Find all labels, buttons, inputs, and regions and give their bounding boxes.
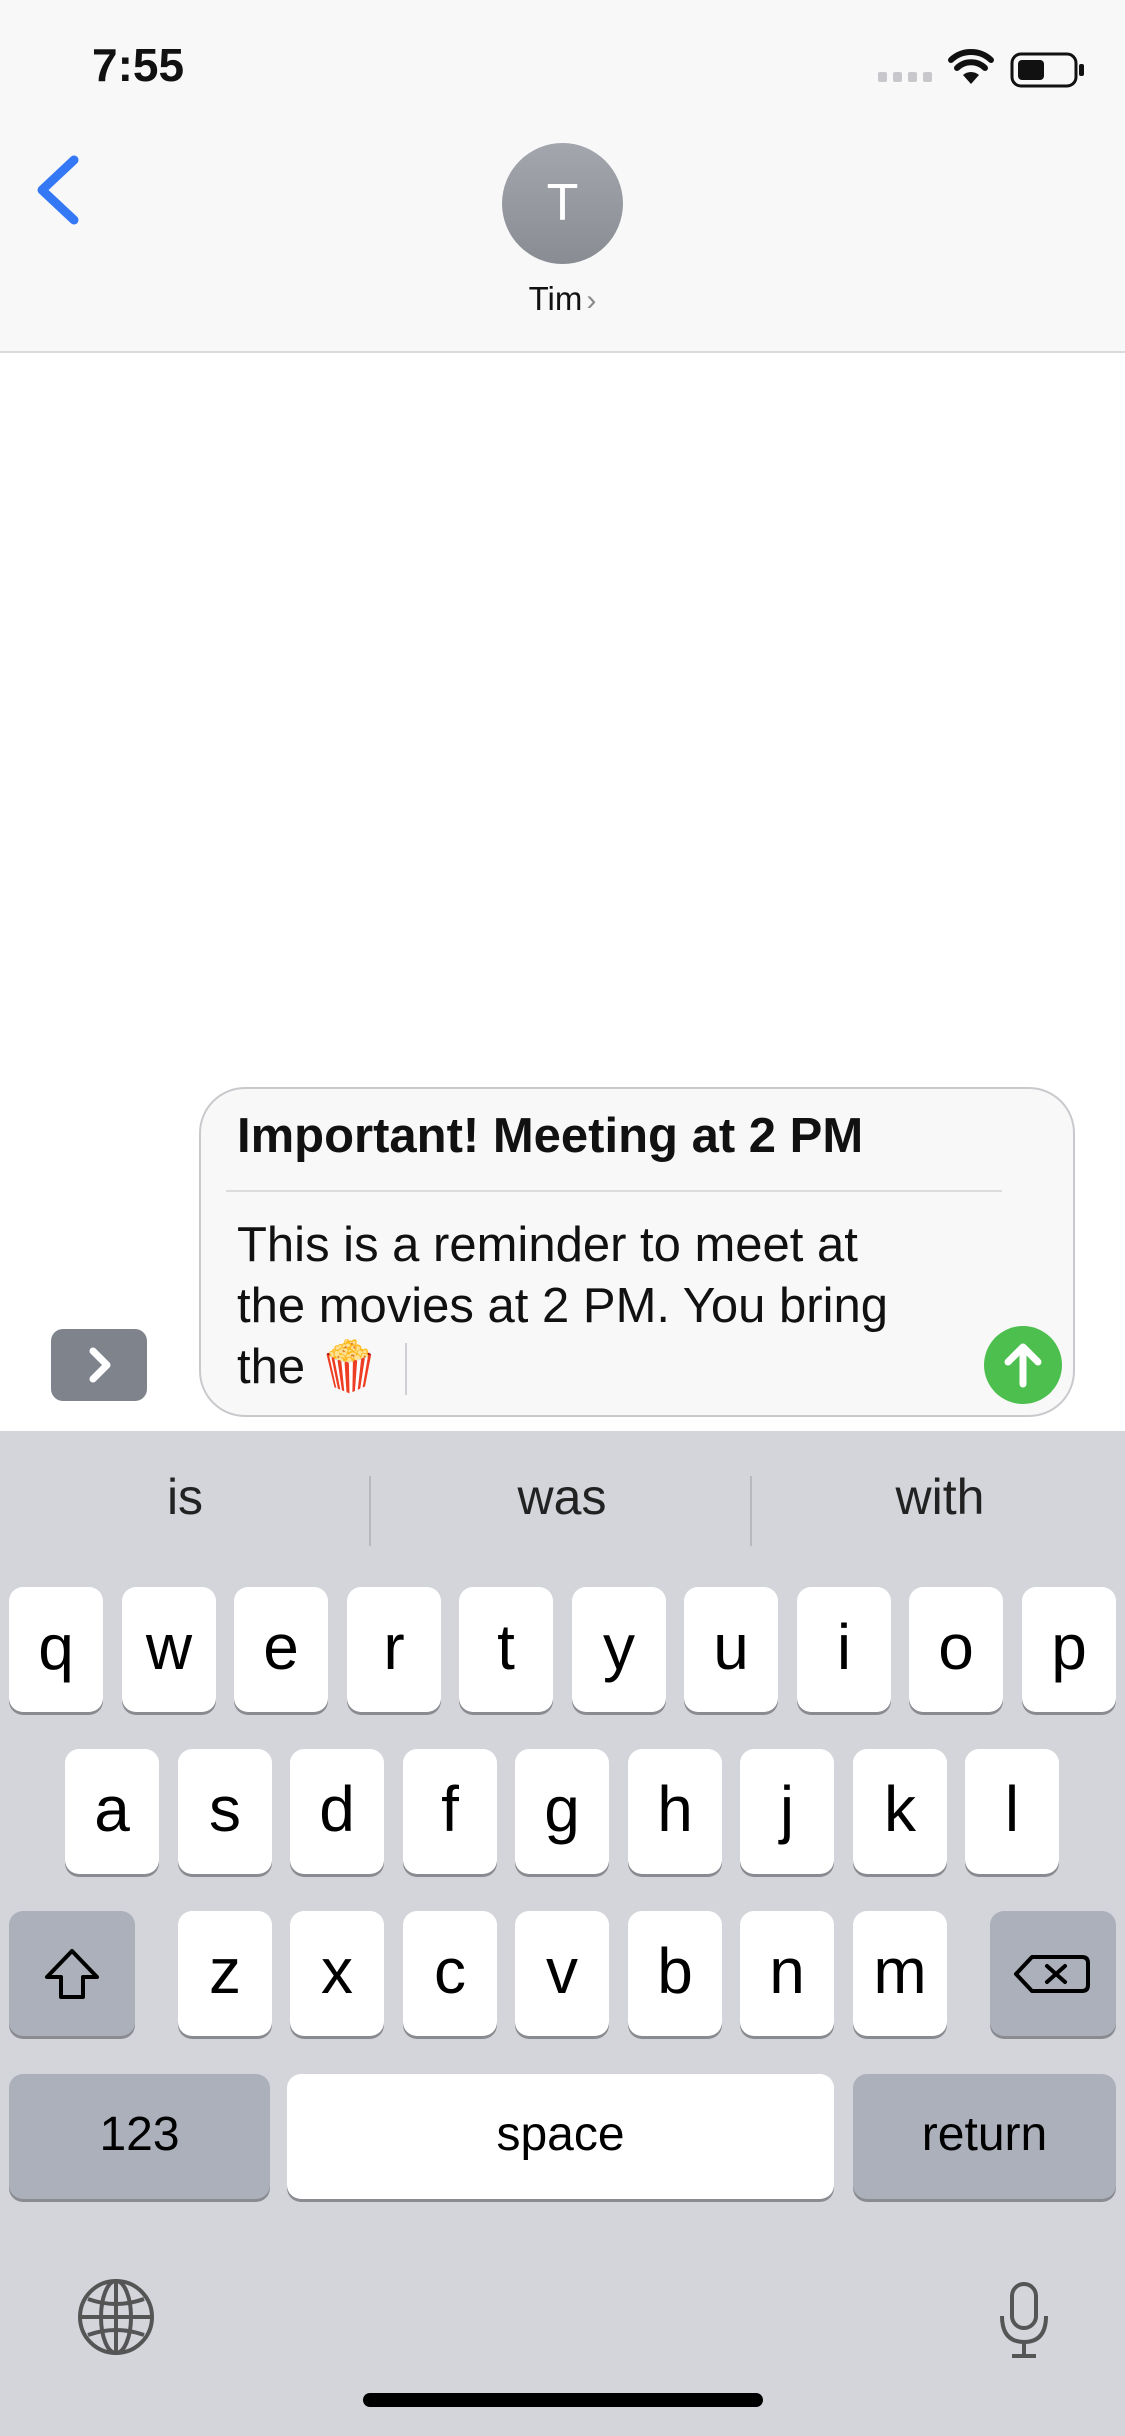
key-a[interactable]: a (65, 1749, 159, 1874)
expand-apps-button[interactable] (51, 1329, 147, 1401)
key-f[interactable]: f (403, 1749, 497, 1874)
key-l[interactable]: l (965, 1749, 1059, 1874)
arrow-up-icon (1004, 1343, 1042, 1388)
key-q[interactable]: q (9, 1587, 103, 1712)
key-d[interactable]: d (290, 1749, 384, 1874)
suggestion-was[interactable]: was (377, 1468, 747, 1526)
numbers-key[interactable]: 123 (9, 2074, 270, 2199)
key-w[interactable]: w (122, 1587, 216, 1712)
key-p[interactable]: p (1022, 1587, 1116, 1712)
key-r[interactable]: r (347, 1587, 441, 1712)
key-y[interactable]: y (572, 1587, 666, 1712)
suggestion-divider (750, 1476, 752, 1546)
suggestion-is[interactable]: is (0, 1468, 370, 1526)
chevron-right-icon (89, 1347, 111, 1383)
key-z[interactable]: z (178, 1911, 272, 2036)
suggestion-with[interactable]: with (755, 1468, 1125, 1526)
subject-field[interactable]: Important! Meeting at 2 PM (237, 1108, 863, 1164)
key-i[interactable]: i (797, 1587, 891, 1712)
key-v[interactable]: v (515, 1911, 609, 2036)
key-g[interactable]: g (515, 1749, 609, 1874)
key-n[interactable]: n (740, 1911, 834, 2036)
backspace-icon (1014, 1955, 1090, 1993)
key-c[interactable]: c (403, 1911, 497, 2036)
status-time: 7:55 (92, 39, 185, 91)
key-x[interactable]: x (290, 1911, 384, 2036)
chevron-right-icon: › (586, 284, 597, 317)
microphone-icon[interactable] (994, 2280, 1054, 2360)
key-t[interactable]: t (459, 1587, 553, 1712)
delete-key[interactable] (990, 1911, 1116, 2036)
send-button[interactable] (984, 1326, 1062, 1404)
wifi-icon (948, 49, 994, 84)
key-k[interactable]: k (853, 1749, 947, 1874)
key-e[interactable]: e (234, 1587, 328, 1712)
space-key[interactable]: space (287, 2074, 834, 2199)
subject-divider (226, 1190, 1002, 1192)
body-line: This is a reminder to meet at (237, 1218, 858, 1272)
return-key[interactable]: return (853, 2074, 1116, 2199)
contact-name: Tim (528, 280, 583, 317)
key-m[interactable]: m (853, 1911, 947, 2036)
suggestion-divider (369, 1476, 371, 1546)
key-o[interactable]: o (909, 1587, 1003, 1712)
body-line: the 🍿 (237, 1340, 380, 1394)
body-line: the movies at 2 PM. You bring (237, 1279, 888, 1333)
shift-key[interactable] (9, 1911, 135, 2036)
globe-icon[interactable] (76, 2277, 156, 2357)
battery-icon (1010, 52, 1084, 88)
shift-icon (45, 1949, 99, 1999)
key-h[interactable]: h (628, 1749, 722, 1874)
message-body-field[interactable]: This is a reminder to meet at the movies… (237, 1215, 967, 1398)
contact-avatar[interactable]: T (502, 143, 623, 264)
key-s[interactable]: s (178, 1749, 272, 1874)
text-cursor (405, 1343, 407, 1395)
cellular-signal-icon (878, 72, 932, 82)
back-button[interactable] (28, 150, 88, 230)
key-b[interactable]: b (628, 1911, 722, 2036)
contact-name-button[interactable]: Tim › (500, 280, 625, 318)
key-u[interactable]: u (684, 1587, 778, 1712)
home-indicator (363, 2393, 763, 2407)
key-j[interactable]: j (740, 1749, 834, 1874)
